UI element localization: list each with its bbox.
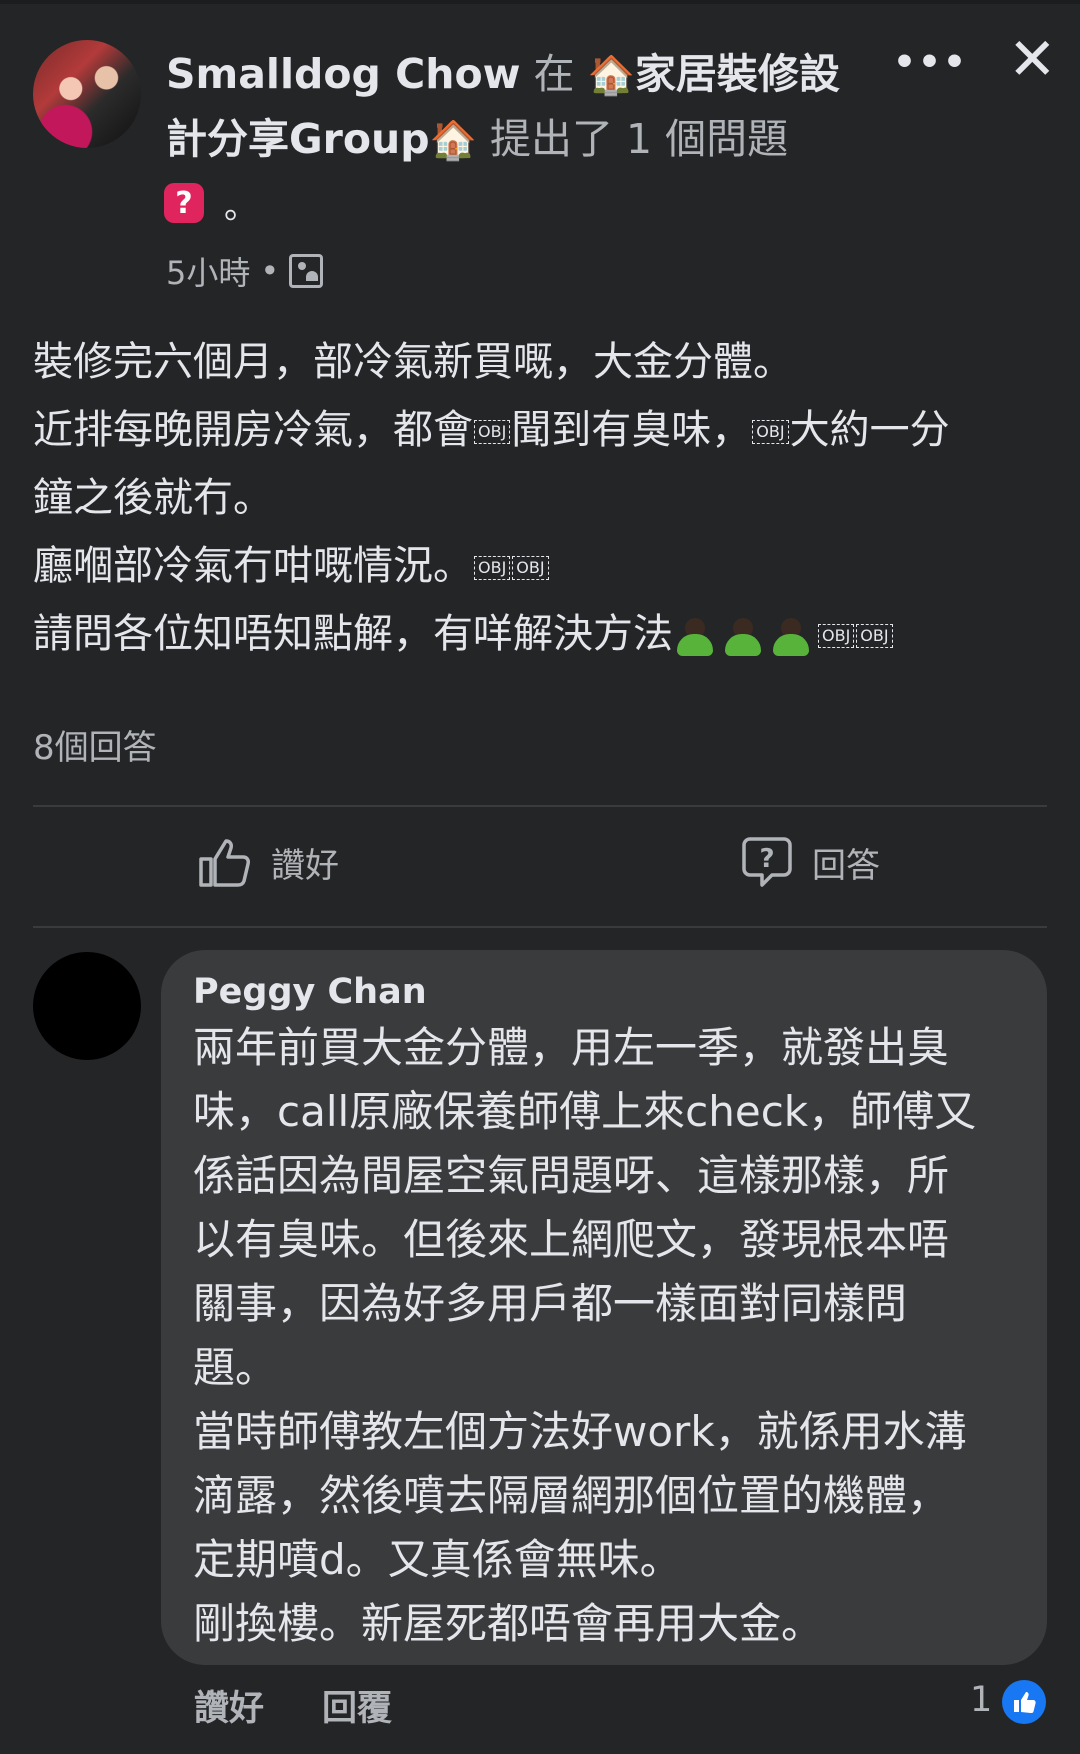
question-end: 。 [224,186,258,227]
post-text: 近排每晚開房冷氣，都會 [33,407,473,453]
header-line-2: 計分享Group🏠 提出了 1 個問題 [166,107,866,172]
post-meta: 5小時 • [166,248,324,294]
commenter-name[interactable]: Peggy Chan [193,968,1015,1016]
post-line: 廳嗰部冷氣冇咁嘅情況。 OBJ OBJ [33,532,1053,600]
comment-line: 關事，因為好多用戶都一樣面對同樣問 [193,1279,908,1328]
post-line: 裝修完六個月，部冷氣新買嘅，大金分體。 [33,339,793,385]
obj-placeholder-icon: OBJ [512,556,549,580]
svg-text:?: ? [759,844,774,874]
house-icon: 🏠 [429,118,477,162]
question-answer-icon: ? [740,835,794,889]
close-icon[interactable]: ✕ [1008,30,1057,88]
post-header: Smalldog Chow 在 🏠家居裝修設 計分享Group🏠 提出了 1 個… [166,42,866,172]
question-line: ? 。 [164,180,258,227]
comment-line: 當時師傅教左個方法好work，就係用水溝 [193,1407,967,1456]
post-body: 裝修完六個月，部冷氣新買嘅，大金分體。 近排每晚開房冷氣，都會 OBJ 聞到有臭味，… [33,328,1053,668]
post-line: 鐘之後就冇。 [33,475,273,521]
comment-line: 味，call原廠保養師傅上來check，師傅又 [193,1087,977,1136]
group-privacy-icon [289,254,324,288]
more-icon[interactable]: ••• [893,42,968,83]
answer-button[interactable]: ? 回答 [740,835,880,889]
post-text: 大約一分 [789,407,950,453]
like-label: 讚好 [271,845,339,886]
author-name[interactable]: Smalldog Chow [166,50,521,98]
post-line: 近排每晚開房冷氣，都會 OBJ 聞到有臭味， OBJ 大約一分 [33,396,1053,464]
post-time[interactable]: 5小時 [166,248,250,294]
obj-placeholder-icon: OBJ [818,624,855,648]
bowing-man-icon [769,616,813,656]
comment-line: 剛換樓。新屋死都唔會再用大金。 [193,1599,824,1648]
like-reaction-icon[interactable] [1002,1680,1046,1724]
obj-placeholder-icon: OBJ [752,420,789,444]
comment-bubble: Peggy Chan 兩年前買大金分體，用左一季，就發出臭 味，call原廠保養… [161,950,1047,1665]
comment-line: 以有臭味。但後來上網爬文，發現根本唔 [193,1215,950,1264]
answers-count[interactable]: 8個回答 [33,720,157,769]
obj-placeholder-icon: OBJ [474,420,511,444]
bowing-man-icon [673,616,717,656]
thumb-up-icon [197,835,253,889]
action-text: 提出了 1 個問題 [489,115,789,163]
comment-like-button[interactable]: 讚好 [194,1680,264,1731]
top-edge [0,0,1080,4]
header-line-1: Smalldog Chow 在 🏠家居裝修設 [166,42,866,107]
reaction-count[interactable]: 1 [970,1680,992,1720]
comment-line: 題。 [193,1343,278,1392]
divider [33,926,1047,928]
obj-placeholder-icon: OBJ [856,624,893,648]
comment-actions: 讚好 回覆 [194,1680,392,1731]
comment-line: 滴露，然後噴去隔層網那個位置的機體， [193,1471,950,1520]
bowing-man-icon [721,616,765,656]
post-text: 廳嗰部冷氣冇咁嘅情況。 [33,543,473,589]
like-button[interactable]: 讚好 [197,835,339,889]
comment-line: 係話因為間屋空氣問題呀、這樣那樣，所 [193,1151,950,1200]
answer-label: 回答 [812,845,880,886]
commenter-avatar[interactable] [33,952,141,1060]
post-text: 聞到有臭味， [511,407,752,453]
group-name-part1[interactable]: 家居裝修設 [635,50,840,98]
obj-placeholder-icon: OBJ [474,556,511,580]
in-word: 在 [533,50,575,98]
author-avatar[interactable] [33,40,141,148]
house-icon: 🏠 [587,53,635,97]
comment-line: 兩年前買大金分體，用左一季，就發出臭 [193,1023,950,1072]
divider [33,805,1047,807]
comment-text: 兩年前買大金分體，用左一季，就發出臭 味，call原廠保養師傅上來check，師… [193,1016,1015,1656]
question-badge-icon: ? [164,183,204,223]
comment-line: 定期噴d。又真係會無味。 [193,1535,682,1584]
comment-reply-button[interactable]: 回覆 [322,1680,392,1731]
group-name-part2[interactable]: 計分享Group [166,115,430,163]
post-line: 請問各位知唔知點解，有咩解決方法 OBJ OBJ [33,600,1053,668]
question-badge-glyph: ? [175,185,193,221]
meta-dot: • [260,252,280,290]
post-text: 請問各位知唔知點解，有咩解決方法 [33,611,673,657]
